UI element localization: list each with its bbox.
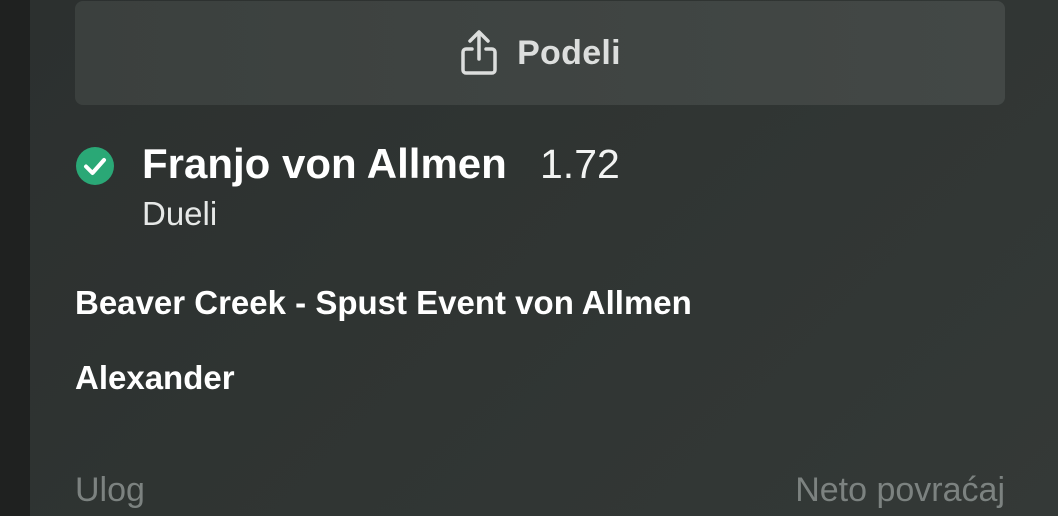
bet-selection: Franjo von Allmen 1.72 Dueli [75,138,975,238]
market-name: Dueli [142,195,218,232]
share-button-label: Podeli [517,33,621,72]
share-button[interactable]: Podeli [75,1,1005,105]
event-name-continued: Alexander [75,359,235,396]
stake-label: Ulog [75,471,145,509]
check-circle-icon [75,146,115,186]
event-name: Beaver Creek - Spust Event von Allmen [75,284,692,321]
bet-card: Podeli Franjo von Allmen 1.72 Dueli Beav… [30,0,1058,516]
selection-odds: 1.72 [540,141,620,187]
selection-name: Franjo von Allmen [142,140,507,187]
share-icon [459,29,499,77]
net-return-label: Neto povraćaj [795,471,1005,509]
